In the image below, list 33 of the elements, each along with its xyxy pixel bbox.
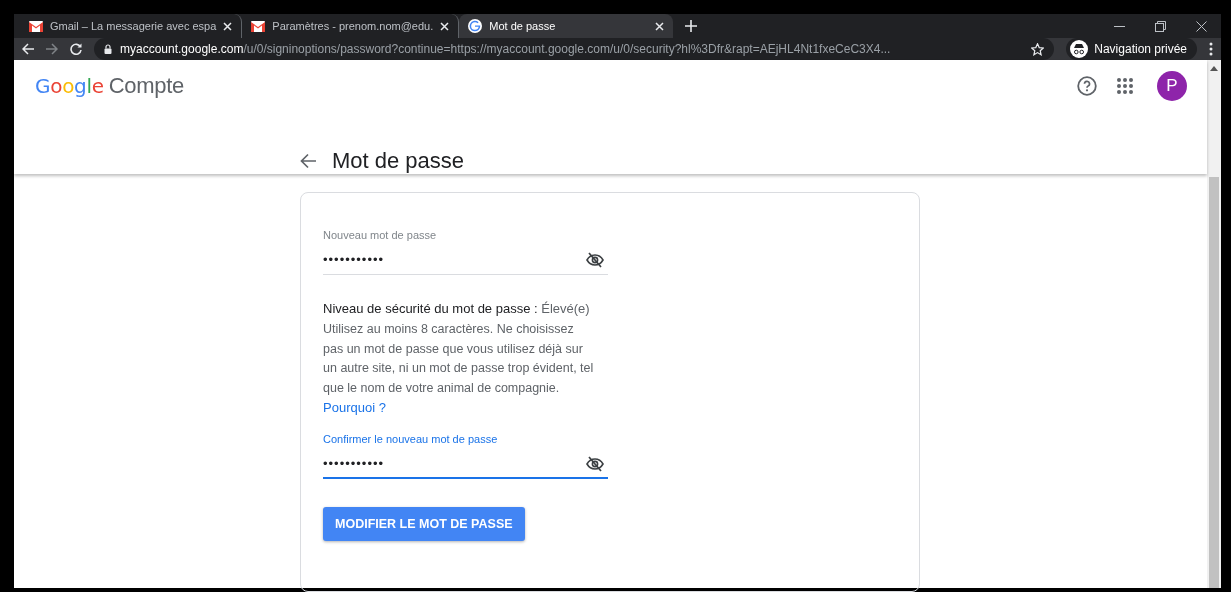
why-link[interactable]: Pourquoi ? [323,400,386,415]
incognito-icon [1070,40,1089,58]
change-password-button[interactable]: MODIFIER LE MOT DE PASSE [323,507,525,541]
mail-envelope-icon [29,20,43,32]
close-icon[interactable] [1196,20,1207,32]
page-title: Mot de passe [332,148,465,174]
scrollbar[interactable] [1207,60,1221,588]
strength-text: Niveau de sécurité du mot de passe : Élevé(e) [323,301,591,316]
help-icon[interactable] [1077,76,1097,96]
plus-icon[interactable] [685,20,698,32]
password-field[interactable]: ••••••••••• [323,449,608,479]
address-bar[interactable]: myaccount.google.com/u/0/signinoptions/password?continue=https://myaccount.google.com/u/0/security?hl%3Dfr&rapt=AEjHL4Nt1fxeCeC3X4... [94,38,1055,60]
lock-icon [104,44,112,54]
incognito-indicator[interactable]: Navigation privée [1066,38,1197,60]
google-g-icon [468,19,483,33]
back-arrow-icon[interactable] [300,153,316,169]
field-label: Confirmer le nouveau mot de passe [323,433,499,445]
browser-tab[interactable]: Mot de passe [459,14,674,38]
star-icon[interactable] [1031,42,1045,56]
eye-slash-icon[interactable] [586,252,604,268]
eye-slash-icon[interactable] [586,456,604,472]
forward-arrow-icon[interactable] [46,43,58,55]
google-account-logo[interactable]: Google Compte [35,73,184,99]
password-hint: Utilisez au moins 8 caractères. Ne choisissez pas un mot de passe que vous utilisez déjà sur un autre site, ni un mot de passe trop évident, tel que le nom de votre animal de compagnie. [323,321,595,397]
apps-grid-icon[interactable] [1117,78,1133,94]
mail-envelope-icon [251,20,266,32]
reload-icon[interactable] [70,43,82,55]
password-field[interactable]: ••••••••••• [323,245,608,275]
scroll-up-arrow-icon[interactable] [1210,65,1218,71]
restore-icon[interactable] [1155,20,1166,32]
account-avatar[interactable]: P [1157,71,1187,101]
more-options-icon[interactable] [1209,42,1213,56]
field-label: Nouveau mot de passe [323,229,438,241]
